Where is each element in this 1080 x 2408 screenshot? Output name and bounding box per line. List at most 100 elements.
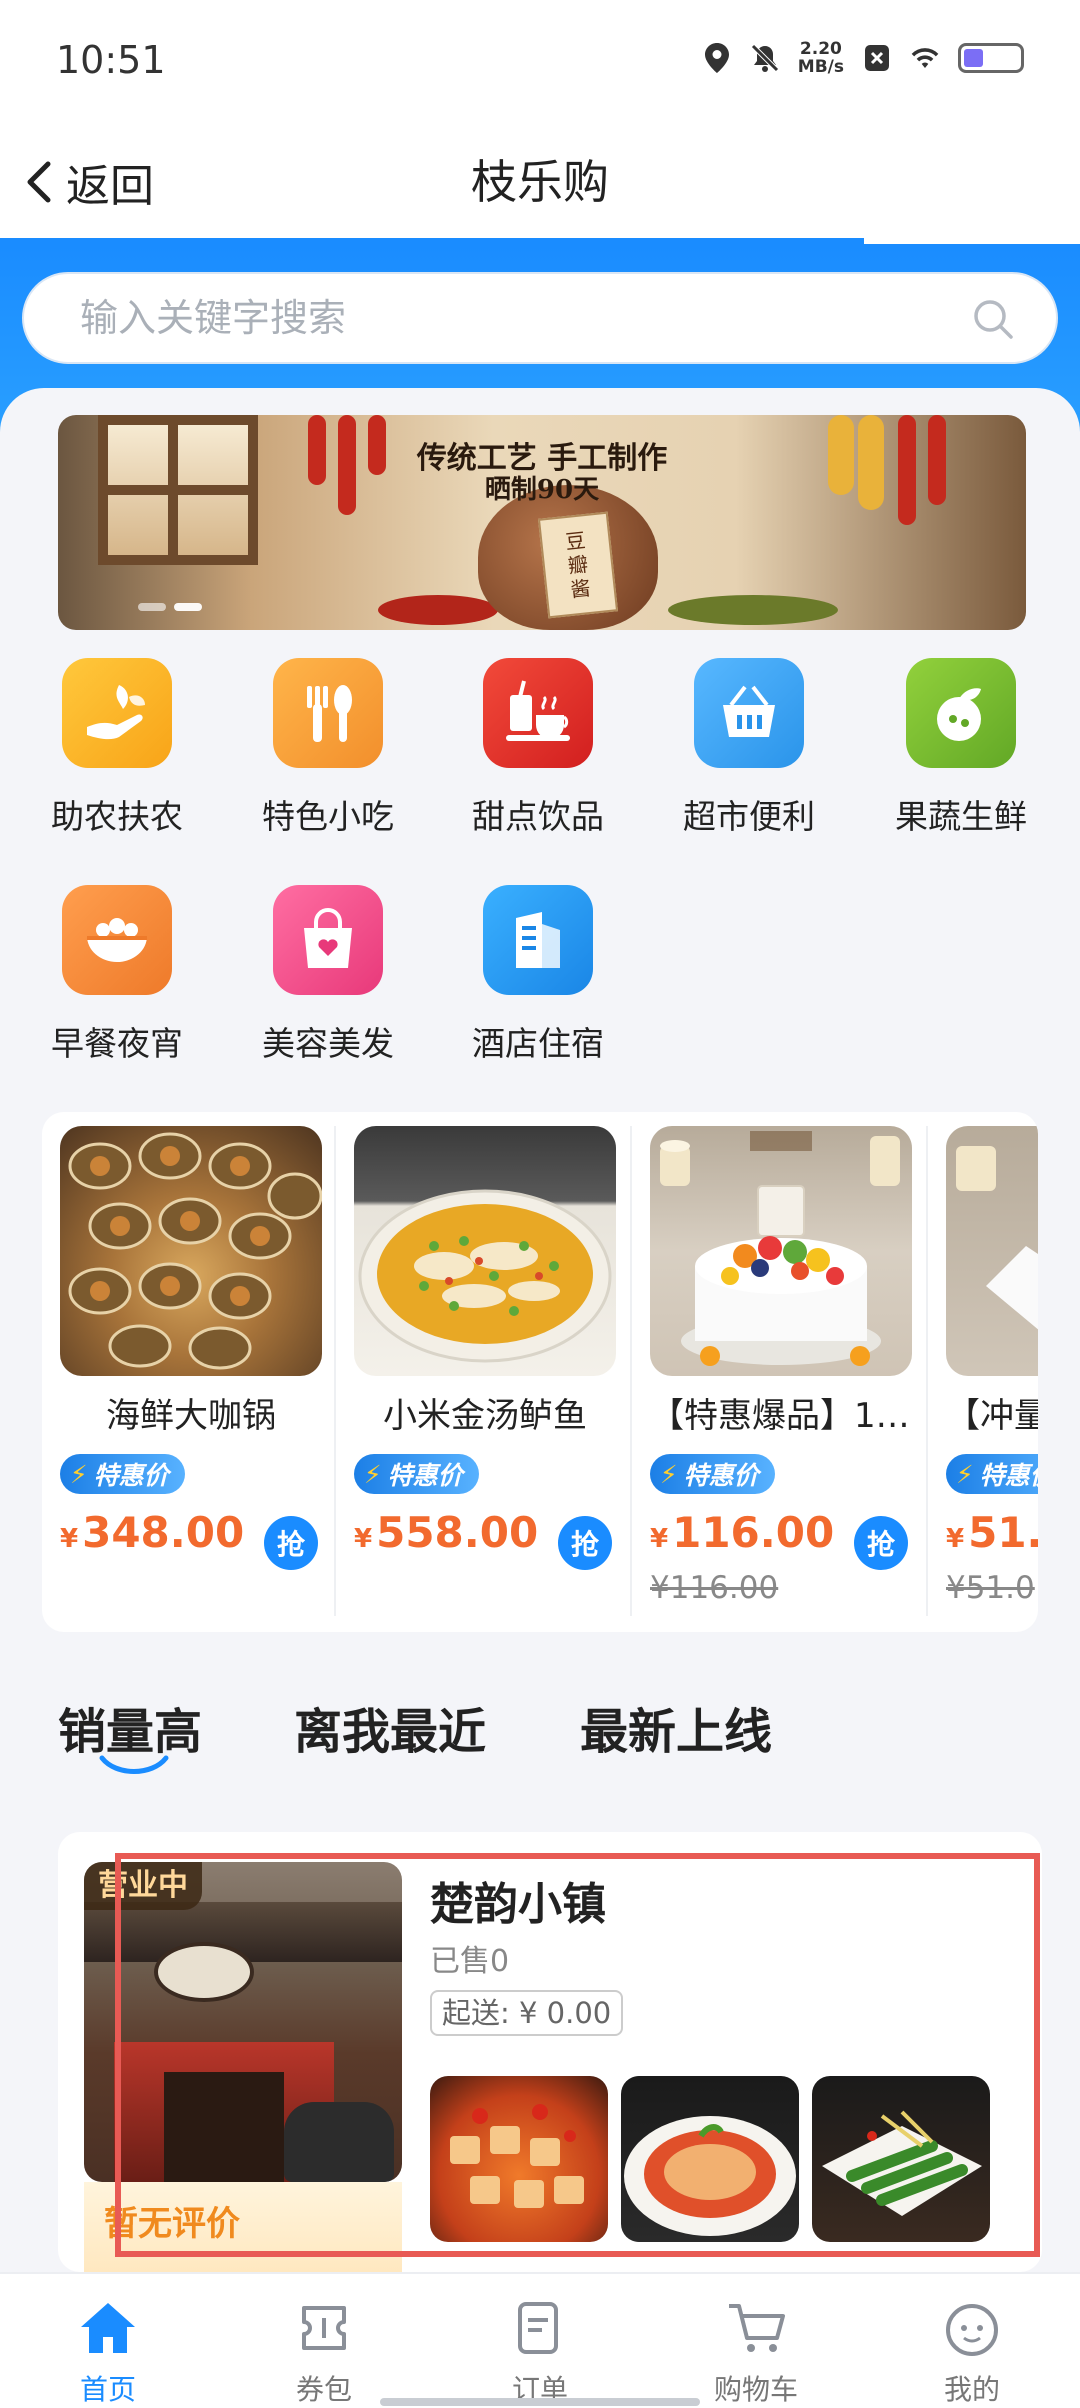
banner-dot-active[interactable] — [174, 603, 202, 611]
search-input[interactable] — [80, 274, 960, 362]
basket-icon — [694, 658, 804, 768]
price-value: 348.00 — [82, 1508, 245, 1557]
category-label: 果蔬生鲜 — [895, 797, 1027, 836]
shopping-bag-heart-icon — [273, 885, 383, 995]
grab-button[interactable]: 抢 — [264, 1516, 318, 1570]
wifi-icon — [910, 41, 940, 75]
farm-help-icon — [62, 658, 172, 768]
dish-image-tofu[interactable] — [430, 2076, 608, 2242]
divider — [926, 1126, 928, 1616]
tab-home[interactable]: 首页 — [0, 2274, 216, 2408]
price-row: ¥116.00 抢 — [650, 1508, 912, 1570]
category-hotel[interactable]: 酒店住宿 — [453, 885, 623, 1065]
product-price: ¥51.0 — [946, 1508, 1038, 1557]
banner-subline: 晒制90天 — [484, 475, 600, 505]
status-bar: 10:51 2.20 MB/s — [0, 0, 1080, 120]
sort-tab-newest[interactable]: 最新上线 — [580, 1692, 772, 1762]
chili-plate — [378, 595, 498, 625]
price-row: ¥51.0 — [946, 1508, 1038, 1568]
jar-label: 豆 瓣 酱 — [537, 511, 619, 619]
fruit-icon — [906, 658, 1016, 768]
open-status-badge: 营业中 — [84, 1862, 202, 1910]
product-name: 小米金汤鲈鱼 — [383, 1396, 587, 1436]
store-card[interactable]: 营业中 暂无评价 楚韵小镇 已售0 起送: ¥ 0.00 — [58, 1832, 1042, 2272]
home-icon — [76, 2296, 140, 2360]
dish-image-chicken[interactable] — [621, 2076, 799, 2242]
search-icon[interactable] — [970, 296, 1016, 346]
store-name[interactable]: 楚韵小镇 — [430, 1868, 606, 1932]
coupon-icon — [292, 2296, 356, 2360]
category-beauty[interactable]: 美容美发 — [243, 885, 413, 1065]
lightning-icon: ⚡ — [956, 1459, 974, 1489]
status-icons: 2.20 MB/s — [702, 40, 1024, 76]
divider — [630, 1126, 632, 1616]
deal-badge-label: 特惠价 — [683, 1461, 759, 1490]
product-image-cake — [650, 1126, 912, 1376]
product-image-fish-soup — [354, 1126, 616, 1376]
deal-badge: ⚡特惠价 — [354, 1454, 479, 1494]
currency-symbol: ¥ — [354, 1524, 373, 1554]
original-price: ¥116.00 — [650, 1570, 779, 1606]
min-delivery-badge: 起送: ¥ 0.00 — [430, 1990, 624, 2036]
product-card[interactable]: 【特惠爆品】10… ⚡ 特惠价 ¥116.00 抢 ¥116.00 — [650, 1126, 912, 1626]
category-fresh-produce[interactable]: 果蔬生鲜 — [876, 658, 1046, 838]
product-card[interactable]: 海鲜大咖锅 ⚡ 特惠价 ¥348.00 抢 — [60, 1126, 322, 1626]
category-label: 助农扶农 — [51, 797, 183, 836]
deal-badge: ⚡特惠价 — [60, 1454, 185, 1494]
home-indicator[interactable] — [380, 2398, 700, 2406]
category-label: 美容美发 — [262, 1024, 394, 1063]
dessert-drink-icon — [483, 658, 593, 768]
original-price: ¥51.0 — [946, 1570, 1035, 1606]
review-status-label: 暂无评价 — [104, 2204, 240, 2244]
store-sold-count: 已售0 — [430, 1944, 510, 1979]
tab-label: 购物车 — [713, 2373, 798, 2406]
lightning-icon: ⚡ — [364, 1459, 382, 1489]
tab-label: 我的 — [943, 2373, 1000, 2406]
tab-cart[interactable]: 购物车 — [648, 2274, 864, 2408]
category-label: 超市便利 — [683, 797, 815, 836]
product-card[interactable]: 【冲量 ⚡特惠价 ¥51.0 ¥51.0 — [946, 1126, 1038, 1626]
deal-badge-label: 特惠价 — [979, 1461, 1038, 1490]
sort-tab-nearby[interactable]: 离我最近 — [294, 1692, 486, 1762]
dish-image-cucumber[interactable] — [812, 2076, 990, 2242]
product-image-partial — [946, 1126, 1038, 1376]
grab-button[interactable]: 抢 — [558, 1516, 612, 1570]
banner-dot[interactable] — [138, 603, 166, 611]
deals-carousel[interactable]: 海鲜大咖锅 ⚡ 特惠价 ¥348.00 抢 小米金汤鲈鱼 ⚡ 特惠价 ¥558.00… — [42, 1112, 1038, 1632]
deal-badge-label: 特惠价 — [387, 1461, 463, 1490]
category-dessert-drinks[interactable]: 甜点饮品 — [453, 658, 623, 838]
banner-pagination — [138, 603, 202, 611]
divider — [334, 1126, 336, 1616]
active-tab-underline — [99, 1755, 169, 1774]
search-bar[interactable] — [22, 272, 1058, 364]
product-card[interactable]: 小米金汤鲈鱼 ⚡ 特惠价 ¥558.00 抢 — [354, 1126, 616, 1626]
category-label: 早餐夜宵 — [51, 1024, 183, 1063]
price-row: ¥348.00 抢 — [60, 1508, 322, 1570]
tab-profile[interactable]: 我的 — [864, 2274, 1080, 2408]
tab-coupons[interactable]: 券包 — [216, 2274, 432, 2408]
hotel-building-icon — [483, 885, 593, 995]
product-name: 【特惠爆品】10… — [650, 1396, 912, 1436]
nav-bar: 返回 枝乐购 — [0, 120, 1080, 244]
tab-orders[interactable]: 订单 — [432, 2274, 648, 2408]
net-speed-unit: MB/s — [797, 57, 844, 77]
tab-label: 首页 — [79, 2373, 136, 2406]
battery-icon — [958, 43, 1024, 73]
category-supermarket[interactable]: 超市便利 — [664, 658, 834, 838]
price-row: ¥558.00 抢 — [354, 1508, 616, 1570]
deal-badge-label: 特惠价 — [93, 1461, 169, 1490]
grab-button[interactable]: 抢 — [854, 1516, 908, 1570]
category-snacks[interactable]: 特色小吃 — [243, 658, 413, 838]
location-icon — [702, 41, 732, 75]
tab-label: 券包 — [295, 2373, 352, 2406]
category-farm-help[interactable]: 助农扶农 — [32, 658, 202, 838]
deal-badge: ⚡特惠价 — [946, 1454, 1038, 1494]
currency-symbol: ¥ — [650, 1524, 669, 1554]
jar-label-char: 酱 — [569, 575, 592, 602]
price-value: 116.00 — [672, 1508, 835, 1557]
promo-banner[interactable]: 豆 瓣 酱 传统工艺 手工制作 晒制90天 — [58, 415, 1026, 630]
category-label: 酒店住宿 — [472, 1024, 604, 1063]
category-breakfast-night[interactable]: 早餐夜宵 — [32, 885, 202, 1065]
mute-bell-icon — [750, 41, 780, 75]
cutlery-icon — [273, 658, 383, 768]
